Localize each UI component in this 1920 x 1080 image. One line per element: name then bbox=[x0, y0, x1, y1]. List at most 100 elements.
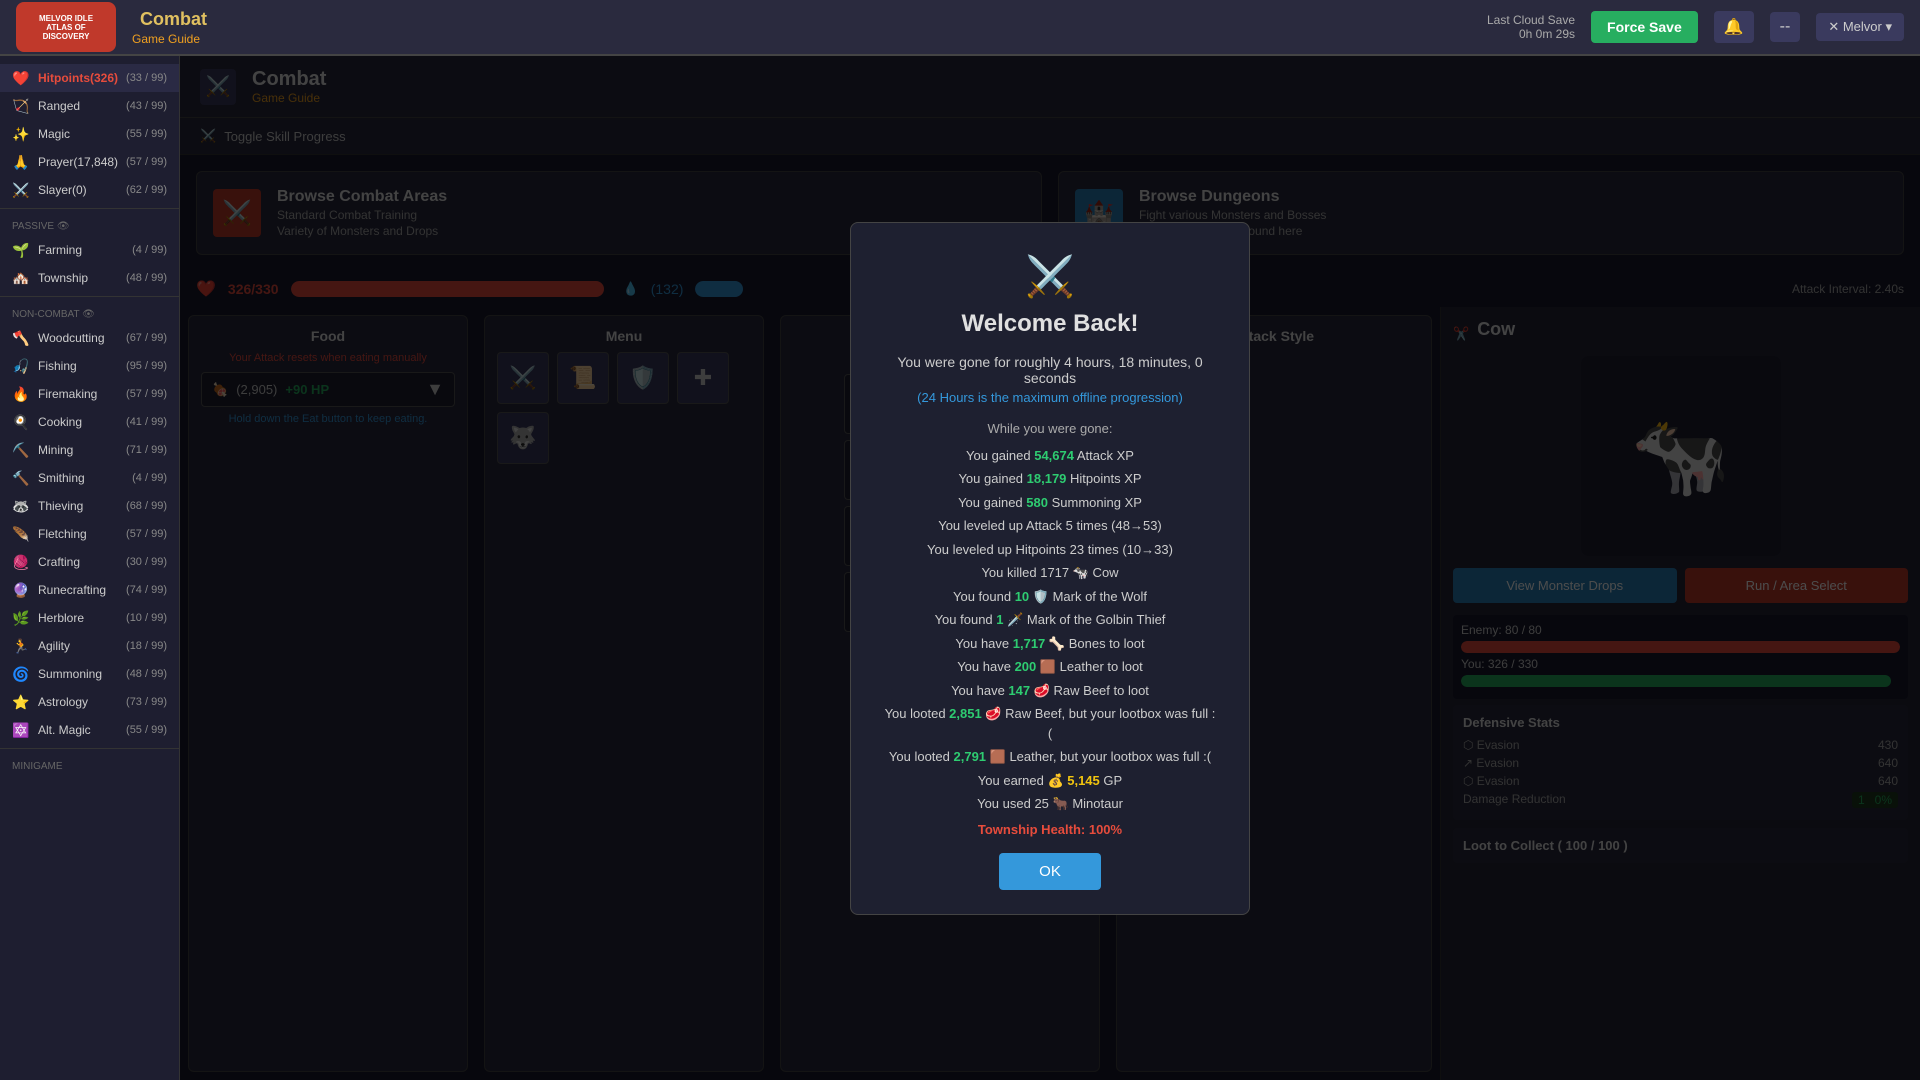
sidebar-item-summoning[interactable]: 🌀 Summoning (48 / 99) bbox=[0, 660, 179, 688]
modal-ok-button[interactable]: OK bbox=[999, 853, 1101, 890]
ranged-stats: (43 / 99) bbox=[126, 100, 167, 112]
game-guide-link[interactable]: Game Guide bbox=[132, 32, 207, 46]
township-stats: (48 / 99) bbox=[126, 272, 167, 284]
force-save-button[interactable]: Force Save bbox=[1591, 11, 1698, 43]
passive-section: PASSIVE 👁 bbox=[0, 213, 179, 236]
prayer-stats: (57 / 99) bbox=[126, 156, 167, 168]
sidebar-item-farming[interactable]: 🌱 Farming (4 / 99) bbox=[0, 236, 179, 264]
herblore-label: Herblore bbox=[38, 611, 118, 625]
modal-leather-full: You looted 2,791 🟫 Leather, but your loo… bbox=[883, 747, 1217, 767]
game-logo: MELVOR IDLEATLAS OFDISCOVERY bbox=[16, 2, 116, 52]
page-title: Combat bbox=[140, 9, 207, 30]
hitpoints-icon: ❤️ bbox=[12, 69, 30, 87]
sidebar-item-astrology[interactable]: ⭐ Astrology (73 / 99) bbox=[0, 688, 179, 716]
modal-while-gone: While you were gone: bbox=[883, 421, 1217, 436]
astrology-label: Astrology bbox=[38, 695, 118, 709]
thieving-label: Thieving bbox=[38, 499, 118, 513]
modal-found-golbin: You found 1 🗡️ Mark of the Golbin Thief bbox=[883, 610, 1217, 630]
fletching-icon: 🪶 bbox=[12, 525, 30, 543]
modal-title: Welcome Back! bbox=[883, 310, 1217, 338]
modal-swords-icon: ⚔️ bbox=[883, 253, 1217, 300]
sidebar-item-cooking[interactable]: 🍳 Cooking (41 / 99) bbox=[0, 408, 179, 436]
sidebar-item-slayer[interactable]: ⚔️ Slayer(0) (62 / 99) bbox=[0, 176, 179, 204]
cooking-icon: 🍳 bbox=[12, 413, 30, 431]
fishing-stats: (95 / 99) bbox=[126, 360, 167, 372]
township-label: Township bbox=[38, 271, 118, 285]
modal-leather: You have 200 🟫 Leather to loot bbox=[883, 657, 1217, 677]
magic-label: Magic bbox=[38, 127, 118, 141]
crafting-stats: (30 / 99) bbox=[126, 556, 167, 568]
modal-max-offline: (24 Hours is the maximum offline progres… bbox=[883, 390, 1217, 405]
sidebar-item-runecrafting[interactable]: 🔮 Runecrafting (74 / 99) bbox=[0, 576, 179, 604]
crafting-label: Crafting bbox=[38, 555, 118, 569]
modal-attack-xp: You gained 54,674 Attack XP bbox=[883, 446, 1217, 466]
farming-label: Farming bbox=[38, 243, 124, 257]
altmagic-label: Alt. Magic bbox=[38, 723, 118, 737]
mining-label: Mining bbox=[38, 443, 118, 457]
sidebar-item-altmagic[interactable]: 🔯 Alt. Magic (55 / 99) bbox=[0, 716, 179, 744]
smithing-icon: 🔨 bbox=[12, 469, 30, 487]
thieving-stats: (68 / 99) bbox=[126, 500, 167, 512]
sidebar-item-firemaking[interactable]: 🔥 Firemaking (57 / 99) bbox=[0, 380, 179, 408]
altmagic-stats: (55 / 99) bbox=[126, 724, 167, 736]
topbar: MELVOR IDLEATLAS OFDISCOVERY Combat Game… bbox=[0, 0, 1920, 56]
sidebar-item-magic[interactable]: ✨ Magic (55 / 99) bbox=[0, 120, 179, 148]
modal-hp-level: You leveled up Hitpoints 23 times (10→33… bbox=[883, 540, 1217, 560]
sidebar-item-hitpoints[interactable]: ❤️ Hitpoints(326) (33 / 99) bbox=[0, 64, 179, 92]
modal-overlay: ⚔️ Welcome Back! You were gone for rough… bbox=[180, 56, 1920, 1080]
mining-icon: ⛏️ bbox=[12, 441, 30, 459]
modal-hp-xp: You gained 18,179 Hitpoints XP bbox=[883, 469, 1217, 489]
notification-button[interactable]: 🔔 bbox=[1714, 11, 1754, 43]
farming-icon: 🌱 bbox=[12, 241, 30, 259]
sidebar-item-fletching[interactable]: 🪶 Fletching (57 / 99) bbox=[0, 520, 179, 548]
woodcutting-stats: (67 / 99) bbox=[126, 332, 167, 344]
cooking-label: Cooking bbox=[38, 415, 118, 429]
prayer-label: Prayer(17,848) bbox=[38, 155, 118, 169]
fletching-label: Fletching bbox=[38, 527, 118, 541]
township-icon: 🏘️ bbox=[12, 269, 30, 287]
sidebar-item-thieving[interactable]: 🦝 Thieving (68 / 99) bbox=[0, 492, 179, 520]
noncombat-section: NON-COMBAT 👁 bbox=[0, 301, 179, 324]
modal-rawbeef: You have 147 🥩 Raw Beef to loot bbox=[883, 681, 1217, 701]
save-info: Last Cloud Save 0h 0m 29s bbox=[1487, 13, 1575, 41]
firemaking-label: Firemaking bbox=[38, 387, 118, 401]
sidebar-item-herblore[interactable]: 🌿 Herblore (10 / 99) bbox=[0, 604, 179, 632]
settings-button[interactable]: -- bbox=[1770, 12, 1801, 42]
crafting-icon: 🧶 bbox=[12, 553, 30, 571]
sidebar-item-woodcutting[interactable]: 🪓 Woodcutting (67 / 99) bbox=[0, 324, 179, 352]
modal-found-wolf: You found 10 🛡️ Mark of the Wolf bbox=[883, 587, 1217, 607]
modal-attack-level: You leveled up Attack 5 times (48→53) bbox=[883, 516, 1217, 536]
sidebar: ❤️ Hitpoints(326) (33 / 99) 🏹 Ranged (43… bbox=[0, 56, 180, 1080]
herblore-stats: (10 / 99) bbox=[126, 612, 167, 624]
runecrafting-icon: 🔮 bbox=[12, 581, 30, 599]
sidebar-item-mining[interactable]: ⛏️ Mining (71 / 99) bbox=[0, 436, 179, 464]
runecrafting-stats: (74 / 99) bbox=[126, 584, 167, 596]
summoning-label: Summoning bbox=[38, 667, 118, 681]
sidebar-item-prayer[interactable]: 🙏 Prayer(17,848) (57 / 99) bbox=[0, 148, 179, 176]
minigame-section: MINIGAME bbox=[0, 753, 179, 776]
slayer-label: Slayer(0) bbox=[38, 183, 118, 197]
hitpoints-stats: (33 / 99) bbox=[126, 72, 167, 84]
user-menu-button[interactable]: ✕ Melvor ▾ bbox=[1816, 13, 1904, 41]
slayer-stats: (62 / 99) bbox=[126, 184, 167, 196]
modal-summon-xp: You gained 580 Summoning XP bbox=[883, 493, 1217, 513]
sidebar-item-crafting[interactable]: 🧶 Crafting (30 / 99) bbox=[0, 548, 179, 576]
main-layout: ❤️ Hitpoints(326) (33 / 99) 🏹 Ranged (43… bbox=[0, 56, 1920, 1080]
farming-stats: (4 / 99) bbox=[132, 244, 167, 256]
sidebar-item-agility[interactable]: 🏃 Agility (18 / 99) bbox=[0, 632, 179, 660]
fishing-icon: 🎣 bbox=[12, 357, 30, 375]
thieving-icon: 🦝 bbox=[12, 497, 30, 515]
sidebar-item-ranged[interactable]: 🏹 Ranged (43 / 99) bbox=[0, 92, 179, 120]
fishing-label: Fishing bbox=[38, 359, 118, 373]
sidebar-item-smithing[interactable]: 🔨 Smithing (4 / 99) bbox=[0, 464, 179, 492]
woodcutting-icon: 🪓 bbox=[12, 329, 30, 347]
sidebar-item-fishing[interactable]: 🎣 Fishing (95 / 99) bbox=[0, 352, 179, 380]
agility-stats: (18 / 99) bbox=[126, 640, 167, 652]
modal-minotaur: You used 25 🐂 Minotaur bbox=[883, 794, 1217, 814]
woodcutting-label: Woodcutting bbox=[38, 331, 118, 345]
agility-icon: 🏃 bbox=[12, 637, 30, 655]
runecrafting-label: Runecrafting bbox=[38, 583, 118, 597]
sidebar-item-township[interactable]: 🏘️ Township (48 / 99) bbox=[0, 264, 179, 292]
firemaking-icon: 🔥 bbox=[12, 385, 30, 403]
summoning-stats: (48 / 99) bbox=[126, 668, 167, 680]
